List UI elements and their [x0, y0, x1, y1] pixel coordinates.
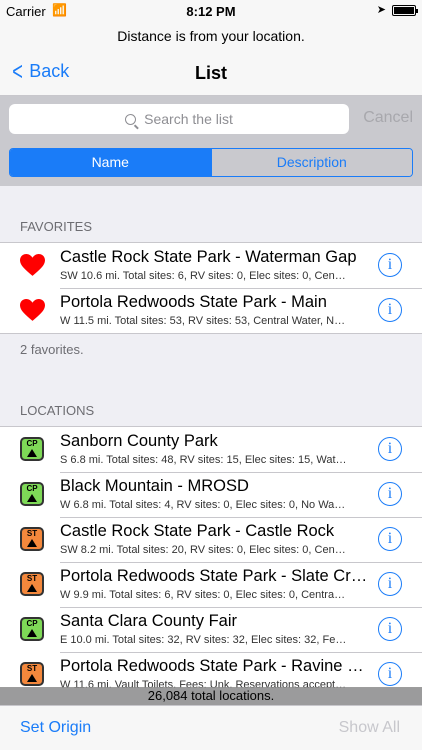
- location-row[interactable]: ST Portola Redwoods State Park - Ravine …: [0, 652, 422, 688]
- location-detail: W 11.5 mi. Total sites: 53, RV sites: 53…: [60, 315, 346, 327]
- location-arrow-icon: ➤: [376, 4, 386, 16]
- location-detail: SW 8.2 mi. Total sites: 20, RV sites: 0,…: [60, 544, 346, 556]
- county-park-badge-icon: CP: [20, 617, 44, 641]
- segment-name[interactable]: Name: [10, 149, 211, 176]
- search-placeholder: Search the list: [144, 111, 233, 127]
- total-locations-banner: 26,084 total locations.: [0, 687, 422, 705]
- location-row[interactable]: CP Sanborn County Park S 6.8 mi. Total s…: [0, 427, 422, 472]
- info-icon[interactable]: i: [378, 527, 402, 551]
- location-name: Portola Redwoods State Park - Slate Cr…: [60, 567, 368, 585]
- cancel-button[interactable]: Cancel: [363, 109, 413, 127]
- info-icon[interactable]: i: [378, 253, 402, 277]
- info-icon[interactable]: i: [378, 572, 402, 596]
- list-content[interactable]: FAVORITES Castle Rock State Park - Water…: [0, 186, 422, 688]
- search-area: Search the list Cancel Name Description: [0, 96, 422, 186]
- location-row[interactable]: CP Black Mountain - MROSD W 6.8 mi. Tota…: [0, 472, 422, 517]
- info-icon[interactable]: i: [378, 437, 402, 461]
- info-icon[interactable]: i: [378, 662, 402, 686]
- location-name: Portola Redwoods State Park - Ravine a…: [60, 657, 368, 675]
- locations-header: LOCATIONS: [20, 403, 95, 418]
- location-row[interactable]: ST Portola Redwoods State Park - Slate C…: [0, 562, 422, 607]
- favorite-row[interactable]: Castle Rock State Park - Waterman Gap SW…: [0, 243, 422, 288]
- set-origin-button[interactable]: Set Origin: [20, 719, 91, 737]
- location-detail: SW 10.6 mi. Total sites: 6, RV sites: 0,…: [60, 270, 346, 282]
- location-name: Portola Redwoods State Park - Main: [60, 293, 327, 311]
- search-icon: [125, 114, 137, 125]
- page-title: List: [194, 63, 227, 83]
- favorites-footer: 2 favorites.: [20, 342, 84, 357]
- clock: 8:12 PM: [186, 4, 236, 19]
- location-detail: W 6.8 mi. Total sites: 4, RV sites: 0, E…: [60, 499, 346, 511]
- status-bar: Carrier 📶 8:12 PM ➤: [0, 0, 422, 22]
- location-row[interactable]: CP Santa Clara County Fair E 10.0 mi. To…: [0, 607, 422, 652]
- favorite-row[interactable]: Portola Redwoods State Park - Main W 11.…: [0, 288, 422, 333]
- favorites-header: FAVORITES: [20, 219, 92, 234]
- location-name: Santa Clara County Fair: [60, 612, 237, 630]
- county-park-badge-icon: CP: [20, 482, 44, 506]
- heart-icon: [20, 299, 45, 321]
- locations-list: CP Sanborn County Park S 6.8 mi. Total s…: [0, 426, 422, 688]
- county-park-badge-icon: CP: [20, 437, 44, 461]
- segment-description[interactable]: Description: [210, 149, 412, 176]
- location-name: Castle Rock State Park - Castle Rock: [60, 522, 335, 540]
- state-park-badge-icon: ST: [20, 662, 44, 686]
- location-name: Black Mountain - MROSD: [60, 477, 249, 495]
- bottom-toolbar: Set Origin Show All: [0, 705, 422, 750]
- info-icon[interactable]: i: [378, 482, 402, 506]
- state-park-badge-icon: ST: [20, 572, 44, 596]
- distance-prompt: Distance is from your location.: [0, 22, 422, 50]
- location-name: Castle Rock State Park - Waterman Gap: [60, 248, 357, 266]
- location-detail: E 10.0 mi. Total sites: 32, RV sites: 32…: [60, 634, 347, 646]
- heart-icon: [20, 254, 45, 276]
- navigation-bar: < Back List: [0, 50, 422, 96]
- show-all-button[interactable]: Show All: [339, 719, 400, 737]
- sort-segmented-control: Name Description: [9, 148, 413, 177]
- location-name: Sanborn County Park: [60, 432, 218, 450]
- state-park-badge-icon: ST: [20, 527, 44, 551]
- info-icon[interactable]: i: [378, 298, 402, 322]
- location-detail: W 9.9 mi. Total sites: 6, RV sites: 0, E…: [60, 589, 346, 601]
- location-row[interactable]: ST Castle Rock State Park - Castle Rock …: [0, 517, 422, 562]
- location-detail: S 6.8 mi. Total sites: 48, RV sites: 15,…: [60, 454, 347, 466]
- favorites-list: Castle Rock State Park - Waterman Gap SW…: [0, 242, 422, 334]
- battery-icon: [392, 5, 418, 16]
- info-icon[interactable]: i: [378, 617, 402, 641]
- search-input[interactable]: Search the list: [9, 104, 349, 134]
